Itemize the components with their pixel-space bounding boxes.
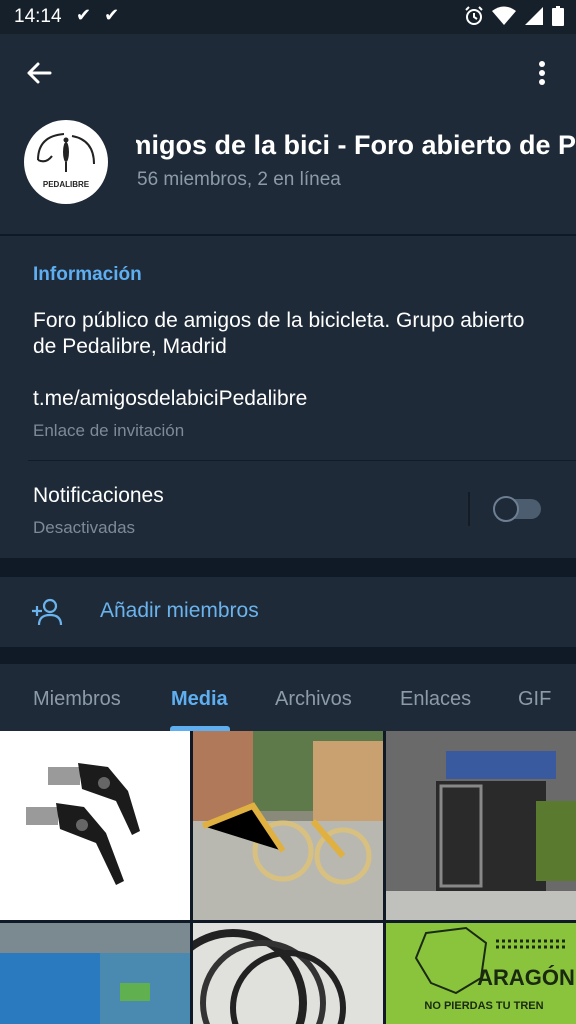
alarm-icon (465, 6, 483, 25)
invite-link-label: Enlace de invitación (33, 421, 185, 440)
tab-links[interactable]: Enlaces (400, 688, 471, 711)
member-count: 56 miembros, 2 en línea (137, 169, 341, 190)
divider (28, 460, 576, 461)
tab-gif[interactable]: GIF (518, 688, 551, 711)
more-options-icon[interactable] (530, 56, 554, 90)
vertical-separator (468, 492, 470, 526)
signal-icon (525, 7, 543, 25)
poster-title: ARAGÓN (477, 965, 575, 990)
media-grid: ARAGÓN NO PIERDAS TU TREN (0, 731, 576, 1024)
media-thumb-room[interactable] (0, 923, 190, 1024)
add-members-label: Añadir miembros (100, 599, 259, 622)
status-icons (464, 6, 564, 26)
media-tabs: Miembros Media Archivos Enlaces GIF (0, 664, 576, 731)
status-bar: 14:14 ✔ ✔ (0, 0, 576, 34)
notifications-toggle[interactable] (493, 496, 541, 522)
pedalibre-logo: PEDALIBRE (37, 133, 95, 189)
tab-files[interactable]: Archivos (275, 688, 352, 711)
avatar-text: PEDALIBRE (43, 180, 90, 189)
notifications-state: Desactivadas (33, 518, 136, 537)
group-description: Foro público de amigos de la bicicleta. … (33, 309, 525, 358)
wifi-icon (492, 6, 516, 25)
add-user-icon (32, 598, 63, 626)
info-panel: Información Foro público de amigos de la… (0, 236, 576, 558)
check-icons: ✔ ✔ (76, 5, 124, 25)
bike-wheels-image (193, 923, 383, 1024)
media-thumb-aragon[interactable]: ARAGÓN NO PIERDAS TU TREN (386, 923, 576, 1024)
battery-icon (552, 6, 564, 26)
bike-shifter-image (26, 763, 140, 885)
back-arrow-icon[interactable] (22, 56, 56, 90)
garage-door-image (386, 731, 576, 920)
media-thumb-shifters[interactable] (0, 731, 190, 920)
profile-header: PEDALIBRE Amigos de la bici - Foro abier… (0, 34, 576, 234)
add-members-row[interactable]: Añadir miembros (0, 577, 576, 647)
group-title-container: Amigos de la bici - Foro abierto de Peda… (136, 130, 576, 166)
group-avatar[interactable]: PEDALIBRE (24, 120, 108, 204)
bike-rental-image (193, 731, 383, 920)
aragon-poster-image: ARAGÓN NO PIERDAS TU TREN (386, 923, 576, 1024)
group-title: Amigos de la bici - Foro abierto de Peda… (136, 130, 576, 160)
media-thumb-garage[interactable] (386, 731, 576, 920)
tab-media[interactable]: Media (171, 688, 228, 711)
media-thumb-wheels[interactable] (193, 923, 383, 1024)
invite-link[interactable]: t.me/amigosdelabiciPedalibre (33, 387, 307, 411)
status-time: 14:14 (14, 6, 62, 27)
media-thumb-bikes[interactable] (193, 731, 383, 920)
tab-members[interactable]: Miembros (33, 688, 121, 711)
poster-subtitle: NO PIERDAS TU TREN (424, 1000, 543, 1012)
info-section-title: Información (33, 264, 142, 285)
toggle-knob (493, 496, 519, 522)
blue-room-image (0, 923, 190, 1024)
notifications-label[interactable]: Notificaciones (33, 484, 164, 508)
